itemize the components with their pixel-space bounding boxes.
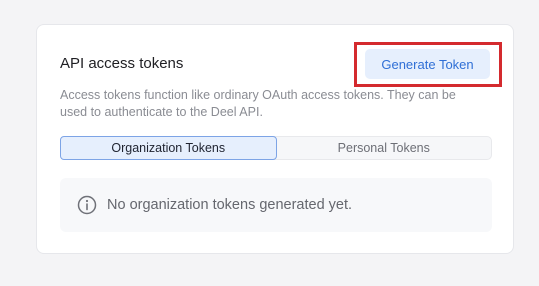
tab-organization-tokens[interactable]: Organization Tokens bbox=[60, 136, 277, 160]
info-icon bbox=[77, 195, 97, 215]
section-description: Access tokens function like ordinary OAu… bbox=[60, 88, 456, 119]
generate-token-button[interactable]: Generate Token bbox=[365, 49, 490, 79]
section-title: API access tokens bbox=[60, 55, 184, 72]
tab-personal-tokens[interactable]: Personal Tokens bbox=[277, 137, 492, 159]
empty-state-message: No organization tokens generated yet. bbox=[107, 197, 353, 213]
empty-state: No organization tokens generated yet. bbox=[60, 178, 492, 232]
api-tokens-card: API access tokens Generate Token Access … bbox=[36, 24, 514, 254]
token-tabs: Organization Tokens Personal Tokens bbox=[60, 136, 492, 160]
